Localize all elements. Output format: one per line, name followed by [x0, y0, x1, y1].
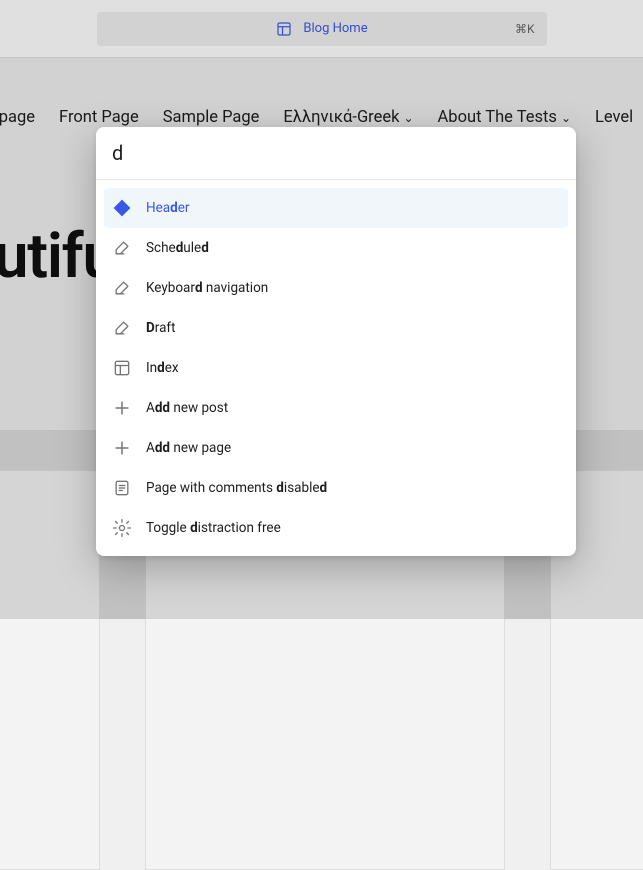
gear-icon	[112, 518, 132, 538]
diamond-icon	[112, 198, 132, 218]
palette-item[interactable]: Header	[104, 188, 568, 228]
palette-item-label: Add new page	[146, 440, 231, 456]
compose-icon	[112, 318, 132, 338]
page-icon	[112, 478, 132, 498]
compose-icon	[112, 238, 132, 258]
plus-icon	[112, 438, 132, 458]
palette-item-label: Toggle distraction free	[146, 520, 281, 536]
palette-item[interactable]: Add new page	[104, 428, 568, 468]
palette-item[interactable]: Keyboard navigation	[104, 268, 568, 308]
palette-item[interactable]: Page with comments disabled	[104, 468, 568, 508]
plus-icon	[112, 398, 132, 418]
palette-item-label: Keyboard navigation	[146, 280, 268, 296]
palette-search-input[interactable]	[112, 141, 560, 165]
palette-item-label: Scheduled	[146, 240, 209, 256]
palette-item-label: Draft	[146, 320, 176, 336]
palette-item[interactable]: Draft	[104, 308, 568, 348]
palette-item-label: Add new post	[146, 400, 228, 416]
command-palette: Header Scheduled Keyboard navigation Draft I…	[96, 127, 576, 556]
palette-item-label: Page with comments disabled	[146, 480, 327, 496]
palette-item-label: Index	[146, 360, 179, 376]
layout-icon	[112, 358, 132, 378]
palette-item[interactable]: Index	[104, 348, 568, 388]
palette-results: Header Scheduled Keyboard navigation Draft I…	[96, 180, 576, 556]
palette-item-label: Header	[146, 200, 189, 216]
compose-icon	[112, 278, 132, 298]
palette-search-wrap	[96, 127, 576, 180]
palette-item[interactable]: Add new post	[104, 388, 568, 428]
palette-item[interactable]: Toggle distraction free	[104, 508, 568, 548]
palette-item[interactable]: Scheduled	[104, 228, 568, 268]
